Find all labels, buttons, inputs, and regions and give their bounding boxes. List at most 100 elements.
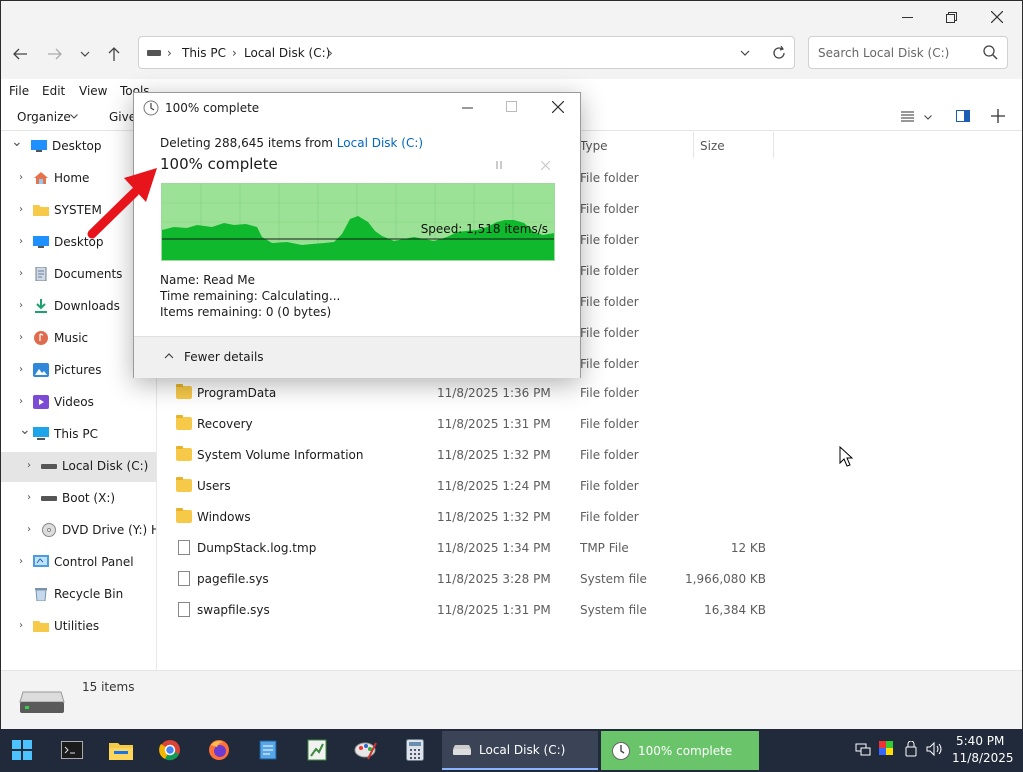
calculator-icon (406, 739, 424, 761)
column-size[interactable]: Size (700, 139, 725, 153)
cancel-icon[interactable] (541, 161, 550, 170)
table-row[interactable]: Recovery 11/8/2025 1:31 PM File folder (158, 409, 1023, 440)
breadcrumb-this-pc[interactable]: This PC (182, 46, 226, 60)
clock-date[interactable]: 11/8/2025 (952, 751, 1014, 765)
chevron-right-icon[interactable]: › (19, 172, 23, 183)
chevron-up-icon[interactable] (164, 353, 174, 359)
preview-pane-icon[interactable] (956, 110, 970, 122)
search-input[interactable]: Search Local Disk (C:) (818, 46, 949, 60)
sidebar-item-this-pc[interactable]: ⌄ This PC (1, 420, 156, 450)
folder-icon (33, 619, 49, 633)
drive-icon (147, 50, 161, 56)
chrome-button[interactable] (154, 734, 186, 766)
folder-icon (33, 203, 49, 217)
chevron-right-icon[interactable]: › (19, 396, 23, 407)
security-icon[interactable] (904, 741, 918, 757)
organize-button[interactable]: Organize (17, 110, 71, 124)
maximize-icon (506, 101, 517, 112)
new-item-icon[interactable] (991, 109, 1005, 123)
restore-button[interactable] (929, 3, 974, 31)
detail-time: Time remaining: Calculating... (160, 289, 340, 303)
deleting-location-link[interactable]: Local Disk (C:) (337, 136, 423, 150)
chevron-down-icon[interactable]: ⌄ (19, 422, 31, 438)
sidebar-item-boot-x[interactable]: › Boot (X:) (1, 484, 156, 514)
network-icon[interactable] (855, 742, 871, 756)
chevron-down-icon[interactable]: ⌄ (11, 134, 23, 150)
back-button[interactable] (6, 40, 34, 68)
column-separator[interactable] (773, 132, 774, 158)
terminal-icon (61, 741, 83, 759)
chevron-right-icon[interactable]: › (19, 268, 23, 279)
column-type[interactable]: Type (580, 139, 608, 153)
time-label: Time remaining: (160, 289, 258, 303)
minimize-icon[interactable] (462, 107, 473, 109)
file-explorer-button[interactable] (105, 734, 137, 766)
forward-arrow-icon (48, 48, 62, 60)
items-label: Items remaining: (160, 305, 263, 319)
sidebar-item-videos[interactable]: › Videos (1, 388, 156, 418)
taskbar-progress-window[interactable]: 100% complete (601, 731, 759, 770)
folder-icon (176, 508, 192, 523)
calculator-button[interactable] (399, 734, 431, 766)
notepad-button[interactable] (252, 734, 284, 766)
refresh-icon[interactable] (772, 46, 786, 60)
chevron-right-icon[interactable]: › (27, 524, 31, 535)
sidebar-item-label: Downloads (54, 299, 120, 313)
close-icon[interactable] (552, 101, 564, 113)
pause-icon[interactable] (495, 160, 503, 170)
dialog-title-bar: 100% complete (134, 93, 580, 123)
table-row[interactable]: System Volume Information 11/8/2025 1:32 … (158, 440, 1023, 471)
sidebar-item-control-panel[interactable]: › Control Panel (1, 548, 156, 578)
taskbar-explorer-window[interactable]: Local Disk (C:) (442, 731, 598, 770)
search-box[interactable]: Search Local Disk (C:) (808, 36, 1008, 69)
table-row[interactable]: ProgramData 11/8/2025 1:36 PM File folder (158, 378, 1023, 409)
forward-button[interactable] (41, 40, 69, 68)
column-separator[interactable] (693, 132, 694, 158)
firefox-button[interactable] (203, 734, 235, 766)
up-button[interactable] (100, 40, 128, 68)
table-row[interactable]: DumpStack.log.tmp 11/8/2025 1:34 PM TMP Fi… (158, 533, 1023, 564)
restore-icon (946, 11, 957, 23)
chevron-right-icon[interactable]: › (19, 236, 23, 247)
menu-edit[interactable]: Edit (42, 84, 65, 98)
recent-locations-button[interactable] (71, 40, 99, 68)
chevron-right-icon[interactable]: › (19, 332, 23, 343)
address-dropdown-icon[interactable] (740, 50, 750, 56)
menu-file[interactable]: File (9, 84, 29, 98)
chevron-right-icon[interactable]: › (27, 492, 31, 503)
view-details-icon[interactable] (901, 111, 914, 122)
clock-time[interactable]: 5:40 PM (956, 734, 1004, 748)
sidebar-item-dvd-drive-y-h[interactable]: › DVD Drive (Y:) H (1, 516, 157, 546)
file-type: System file (580, 572, 647, 586)
editor-button[interactable] (301, 734, 333, 766)
breadcrumb-local-disk[interactable]: Local Disk (C:) (244, 46, 330, 60)
address-bar[interactable]: › This PC › Local Disk (C:) › (138, 36, 795, 69)
chevron-right-icon[interactable]: › (19, 556, 23, 567)
close-window-button[interactable] (974, 3, 1019, 31)
deleting-summary: Deleting 288,645 items from Local Disk (… (160, 136, 423, 150)
table-row[interactable]: Windows 11/8/2025 1:32 PM File folder (158, 502, 1023, 533)
sidebar-item-label: DVD Drive (Y:) H (62, 523, 157, 537)
color-profile-icon[interactable] (879, 741, 893, 755)
table-row[interactable]: swapfile.sys 11/8/2025 1:31 PM System file… (158, 595, 1023, 626)
menu-view[interactable]: View (79, 84, 107, 98)
sidebar-item-utilities[interactable]: › Utilities (1, 612, 156, 642)
chevron-right-icon[interactable]: › (19, 300, 23, 311)
chevron-right-icon[interactable]: › (19, 620, 23, 631)
file-type-cell: File folder (580, 171, 639, 185)
paint-button[interactable] (350, 734, 382, 766)
fewer-details-button[interactable]: Fewer details (184, 350, 264, 364)
table-row[interactable]: pagefile.sys 11/8/2025 3:28 PM System file… (158, 564, 1023, 595)
sidebar-item-local-disk-c[interactable]: › Local Disk (C:) (1, 452, 156, 482)
sidebar-item-recycle-bin[interactable]: Recycle Bin (1, 580, 156, 610)
chevron-right-icon[interactable]: › (27, 460, 31, 471)
chevron-right-icon[interactable]: › (19, 364, 23, 375)
chevron-right-icon[interactable]: › (19, 204, 23, 215)
minimize-button[interactable] (885, 3, 930, 31)
terminal-button[interactable] (56, 734, 88, 766)
table-row[interactable]: Users 11/8/2025 1:24 PM File folder (158, 471, 1023, 502)
view-chevron-icon[interactable] (924, 115, 932, 120)
file-name: DumpStack.log.tmp (197, 541, 317, 555)
volume-icon[interactable] (926, 741, 944, 757)
start-button[interactable] (6, 734, 38, 766)
